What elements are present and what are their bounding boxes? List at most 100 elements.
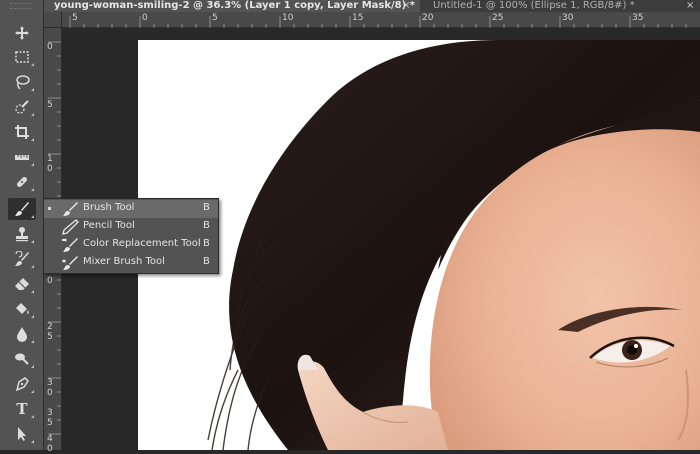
history-brush-tool[interactable] xyxy=(8,248,36,270)
ruler-label: 0 xyxy=(47,164,53,174)
type-tool[interactable]: T xyxy=(8,398,36,420)
crop-tool[interactable] xyxy=(8,121,36,143)
ruler-label: 3 xyxy=(47,378,53,388)
tab-young-woman-smiling-2[interactable]: young-woman-smiling-2 @ 36.3% (Layer 1 c… xyxy=(44,0,420,12)
tools-panel: T xyxy=(0,0,44,450)
shortcut-key: B xyxy=(203,256,210,267)
healing-brush-tool[interactable] xyxy=(8,171,36,193)
quick-selection-icon xyxy=(15,100,29,114)
arrow-icon xyxy=(18,427,26,441)
ruler-label: 5 xyxy=(47,332,53,342)
flyout-item-label: Pencil Tool xyxy=(83,220,135,231)
pen-icon xyxy=(15,377,29,392)
close-icon[interactable]: × xyxy=(402,0,410,11)
brush-icon xyxy=(63,202,78,216)
pen-tool[interactable] xyxy=(8,373,36,395)
tool-group-indicator xyxy=(31,163,34,166)
close-icon[interactable]: × xyxy=(686,0,694,11)
stamp-icon xyxy=(16,227,28,242)
flyout-item-label: Brush Tool xyxy=(83,202,135,213)
color-replacement-icon xyxy=(62,238,78,252)
horizontal-ruler[interactable]: 5 0 5 10 15 20 25 30 35 xyxy=(62,12,700,28)
ruler-label: 5 xyxy=(72,13,78,23)
brush-tool[interactable] xyxy=(8,198,36,220)
ruler-label: 5 xyxy=(212,13,218,23)
brush-icon xyxy=(15,202,29,216)
eyedropper-tool[interactable] xyxy=(8,146,36,168)
tool-group-indicator xyxy=(31,290,34,293)
tool-group-indicator xyxy=(31,365,34,368)
tool-group-indicator xyxy=(31,188,34,191)
dodge-tool[interactable] xyxy=(8,348,36,370)
photo-young-woman-smiling[interactable] xyxy=(138,40,700,450)
flyout-item-label: Color Replacement Tool xyxy=(83,238,201,249)
brush-tool-flyout-menu: Brush Tool B Pencil Tool B Color Replace… xyxy=(43,198,219,274)
tool-group-indicator xyxy=(31,390,34,393)
ruler-icon xyxy=(15,155,29,160)
tool-group-indicator xyxy=(31,265,34,268)
ruler-label: 25 xyxy=(492,13,504,23)
history-brush-icon xyxy=(15,251,29,266)
path-selection-tool[interactable] xyxy=(8,423,36,445)
tool-group-indicator xyxy=(31,138,34,141)
type-icon: T xyxy=(16,400,28,418)
ruler-label: 0 xyxy=(47,388,53,398)
dodge-icon xyxy=(15,353,29,365)
tool-group-indicator xyxy=(31,113,34,116)
pencil-icon xyxy=(62,219,79,235)
eraser-tool[interactable] xyxy=(8,273,36,295)
ruler-label: 4 xyxy=(47,434,53,444)
ruler-label: 0 xyxy=(142,13,148,23)
droplet-icon xyxy=(17,327,27,342)
rectangle-marquee-icon xyxy=(15,51,29,63)
tool-group-indicator xyxy=(31,315,34,318)
ruler-label: 5 xyxy=(47,100,53,110)
panel-grip[interactable] xyxy=(10,3,32,9)
tool-group-indicator xyxy=(31,240,34,243)
ruler-label: 0 xyxy=(47,276,53,286)
ruler-label: 0 xyxy=(47,42,53,52)
ruler-label: 2 xyxy=(47,322,53,332)
ruler-label: 30 xyxy=(562,13,574,23)
move-icon xyxy=(15,26,29,40)
tool-group-indicator xyxy=(31,415,34,418)
ruler-origin[interactable] xyxy=(44,12,62,28)
tab-title: Untitled-1 @ 100% (Ellipse 1, RGB/8#) * xyxy=(433,0,635,11)
marquee-tool[interactable] xyxy=(8,46,36,68)
quick-selection-tool[interactable] xyxy=(8,96,36,118)
flyout-item-color-replacement-tool[interactable]: Color Replacement Tool B xyxy=(44,236,218,254)
lasso-tool[interactable] xyxy=(8,71,36,93)
mixer-brush-icon xyxy=(62,256,78,270)
flyout-item-brush-tool[interactable]: Brush Tool B xyxy=(44,200,218,218)
ruler-label: 35 xyxy=(632,13,644,23)
paint-bucket-icon xyxy=(16,303,29,314)
tab-untitled-1[interactable]: Untitled-1 @ 100% (Ellipse 1, RGB/8#) * … xyxy=(420,0,700,12)
ruler-label: 3 xyxy=(47,408,53,418)
ruler-label: 5 xyxy=(47,418,53,428)
eraser-icon xyxy=(15,278,29,290)
tool-group-indicator xyxy=(31,63,34,66)
lasso-icon xyxy=(16,75,30,90)
bandage-icon xyxy=(17,177,27,187)
photo-image xyxy=(138,40,700,450)
tool-group-indicator xyxy=(31,440,34,443)
ruler-label: 15 xyxy=(352,13,364,23)
tool-group-indicator xyxy=(31,340,34,343)
blur-tool[interactable] xyxy=(8,323,36,345)
ruler-label: 10 xyxy=(282,13,294,23)
tool-group-indicator xyxy=(31,215,34,218)
tool-group-indicator xyxy=(31,88,34,91)
ruler-label: 20 xyxy=(422,13,434,23)
ruler-label: 1 xyxy=(47,154,53,164)
flyout-item-label: Mixer Brush Tool xyxy=(83,256,165,267)
paint-bucket-tool[interactable] xyxy=(8,298,36,320)
tab-title: young-woman-smiling-2 @ 36.3% (Layer 1 c… xyxy=(54,0,415,11)
move-tool[interactable] xyxy=(8,22,36,44)
flyout-item-mixer-brush-tool[interactable]: Mixer Brush Tool B xyxy=(44,254,218,272)
flyout-item-pencil-tool[interactable]: Pencil Tool B xyxy=(44,218,218,236)
ruler-label: 0 xyxy=(47,444,53,454)
selected-indicator xyxy=(48,207,51,210)
horizontal-ruler-ticks xyxy=(69,16,687,28)
clone-stamp-tool[interactable] xyxy=(8,223,36,245)
shortcut-key: B xyxy=(203,220,210,231)
